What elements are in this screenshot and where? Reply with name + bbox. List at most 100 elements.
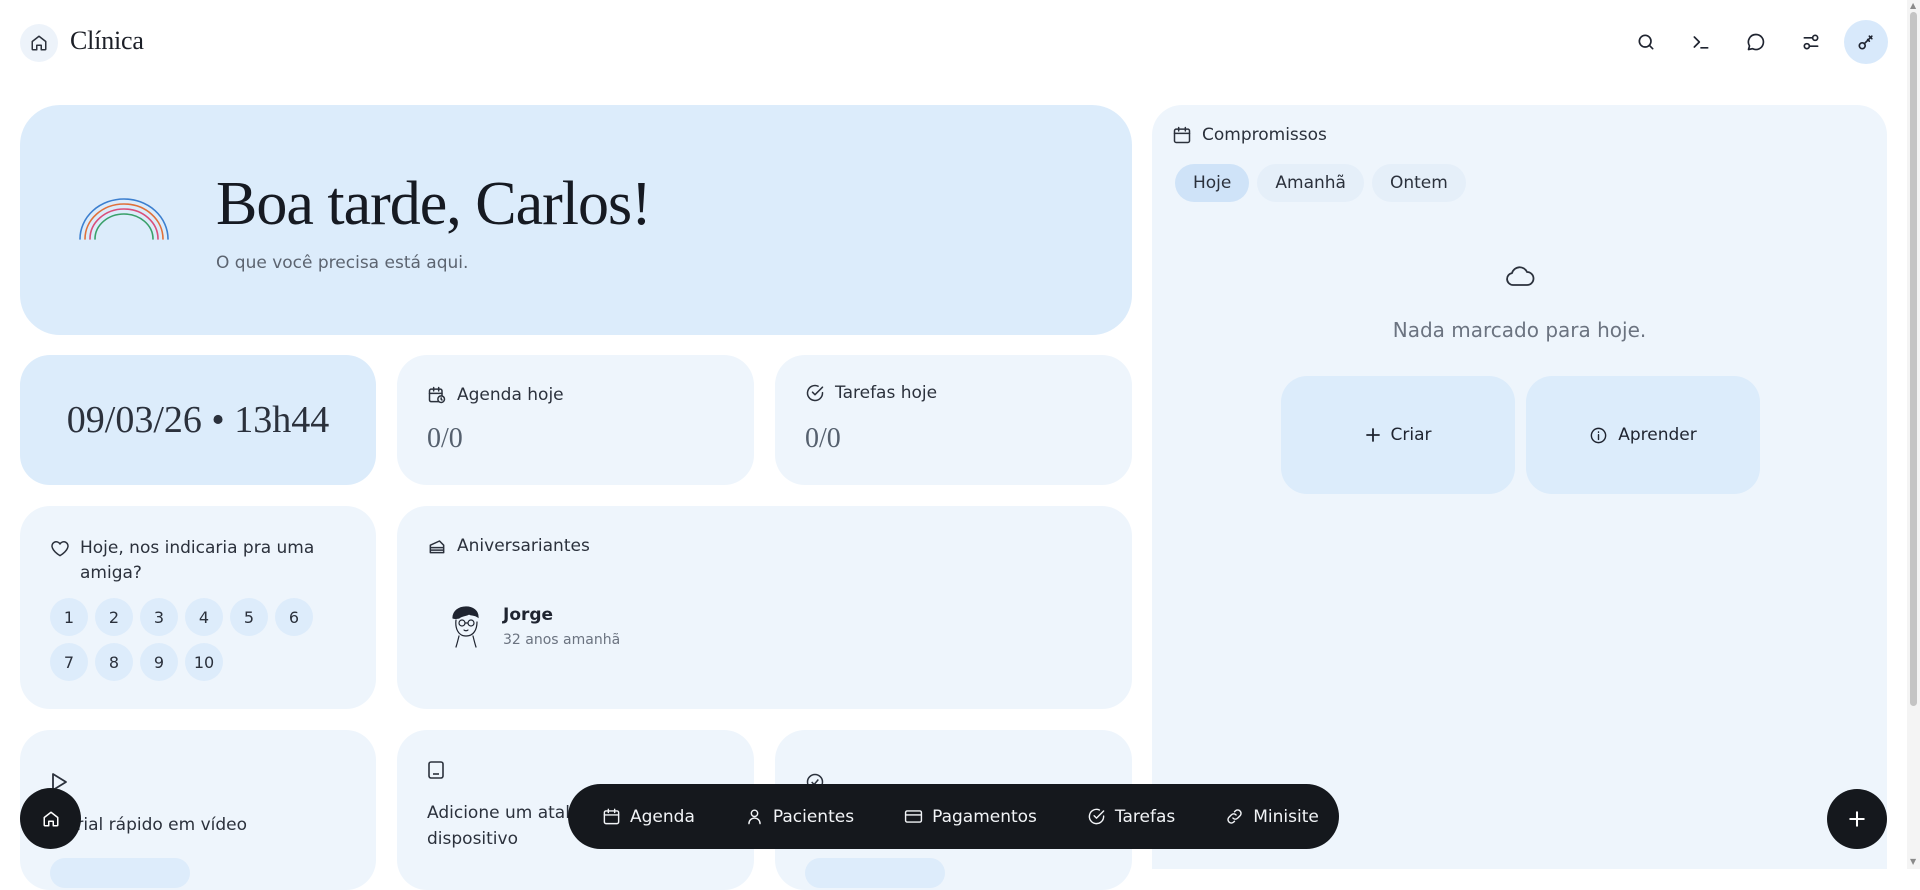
- calendar-clock-icon: [428, 386, 446, 404]
- create-appointment-button[interactable]: Criar: [1281, 376, 1515, 494]
- cloud-icon: [1506, 266, 1535, 286]
- top-actions: [1624, 20, 1888, 64]
- create-label: Criar: [1390, 425, 1432, 445]
- floating-home-button[interactable]: [20, 788, 81, 849]
- search-icon: [1638, 34, 1654, 50]
- access-key-button[interactable]: [1844, 20, 1888, 64]
- plus-icon: [1365, 428, 1380, 442]
- greeting-subtitle: O que você precisa está aqui.: [216, 253, 469, 273]
- home-button[interactable]: [20, 24, 58, 62]
- nps-option-4[interactable]: 4: [185, 598, 223, 636]
- appointments-header: Compromissos: [1172, 125, 1327, 145]
- datetime-card: 09/03/26 • 13h44: [20, 355, 376, 485]
- agenda-today-header: Agenda hoje: [427, 385, 564, 405]
- nps-question: Hoje, nos indicaria pra uma amiga?: [50, 536, 340, 586]
- link-icon: [1227, 809, 1242, 824]
- credit-card-icon: [904, 810, 923, 823]
- dock-item-label: Pagamentos: [932, 806, 1037, 827]
- info-icon: [1590, 427, 1607, 443]
- tab-today[interactable]: Hoje: [1175, 164, 1250, 202]
- nps-options: 1 2 3 4 5 6 7 8 9 10: [50, 598, 313, 681]
- nps-option-9[interactable]: 9: [140, 643, 178, 681]
- agenda-today-card[interactable]: Agenda hoje 0/0: [397, 355, 754, 485]
- check-circle-icon: [806, 384, 824, 402]
- nps-option-3[interactable]: 3: [140, 598, 178, 636]
- video-tutorial-button[interactable]: [50, 858, 190, 888]
- datetime-text: 09/03/26 • 13h44: [66, 399, 330, 441]
- dock-item-label: Tarefas: [1114, 806, 1176, 827]
- page-scrollbar[interactable]: ▲ ▼: [1907, 0, 1920, 869]
- key-icon: [1858, 35, 1873, 50]
- settings-sliders-icon: [1803, 34, 1819, 50]
- appointments-title: Compromissos: [1202, 125, 1327, 145]
- calendar-icon: [603, 808, 620, 825]
- birthday-person-info: Jorge 32 anos amanhã: [503, 605, 620, 648]
- check-circle-icon: [1088, 808, 1105, 825]
- chat-button[interactable]: [1734, 20, 1778, 64]
- nps-option-6[interactable]: 6: [275, 598, 313, 636]
- cake-icon: [429, 540, 445, 554]
- nps-option-2[interactable]: 2: [95, 598, 133, 636]
- agenda-today-value: 0/0: [427, 423, 463, 454]
- video-tutorial-label: orial rápido em vídeo: [66, 815, 248, 835]
- shortcut-label-line2: dispositivo: [427, 829, 518, 849]
- greeting-title: Boa tarde, Carlos!: [216, 170, 652, 238]
- partial-card-button[interactable]: [805, 858, 945, 888]
- birthdays-header: Aniversariantes: [427, 536, 590, 556]
- appointments-tabs: Hoje Amanhã Ontem: [1175, 164, 1466, 202]
- shortcut-label-line1: Adicione um atalh: [427, 803, 581, 823]
- tab-yesterday[interactable]: Ontem: [1371, 164, 1466, 202]
- device-icon: [428, 761, 444, 779]
- shortcut-label: Adicione um atalh dispositivo: [427, 800, 581, 852]
- settings-button[interactable]: [1789, 20, 1833, 64]
- dock-item-agenda[interactable]: Agenda: [602, 807, 695, 827]
- dock-item-tarefas[interactable]: Tarefas: [1087, 807, 1175, 827]
- nps-card: Hoje, nos indicaria pra uma amiga? 1 2 3…: [20, 506, 376, 709]
- rainbow-icon: [79, 198, 169, 240]
- dock-item-label: Minisite: [1253, 806, 1319, 827]
- top-bar: Clínica: [0, 0, 1920, 86]
- scroll-up-arrow[interactable]: ▲: [1910, 1, 1916, 10]
- tasks-today-label: Tarefas hoje: [835, 383, 938, 403]
- bottom-dock: Agenda Pacientes Pagamentos Tarefas Mini…: [568, 784, 1339, 849]
- nps-option-10[interactable]: 10: [185, 643, 223, 681]
- birthdays-card: Aniversariantes Jorge 32 anos amanhã: [397, 506, 1132, 709]
- nps-option-1[interactable]: 1: [50, 598, 88, 636]
- scrollbar-thumb[interactable]: [1910, 12, 1917, 706]
- nps-option-8[interactable]: 8: [95, 643, 133, 681]
- heart-icon: [51, 541, 69, 557]
- learn-label: Aprender: [1618, 425, 1697, 445]
- birthday-person-detail: 32 anos amanhã: [503, 631, 621, 648]
- tasks-today-value: 0/0: [805, 423, 841, 454]
- home-icon: [31, 35, 47, 51]
- chat-icon: [1747, 33, 1765, 51]
- app-brand: Clínica: [70, 26, 144, 55]
- tab-tomorrow[interactable]: Amanhã: [1257, 164, 1364, 202]
- nps-option-7[interactable]: 7: [50, 643, 88, 681]
- scroll-down-arrow[interactable]: ▼: [1910, 857, 1916, 866]
- dock-item-pacientes[interactable]: Pacientes: [745, 807, 854, 827]
- dock-item-label: Pacientes: [772, 806, 855, 827]
- tasks-today-header: Tarefas hoje: [805, 383, 937, 403]
- home-icon: [43, 811, 58, 826]
- add-button[interactable]: [1827, 789, 1887, 849]
- birthday-person[interactable]: Jorge 32 anos amanhã: [449, 604, 620, 648]
- terminal-button[interactable]: [1679, 20, 1723, 64]
- dock-item-minisite[interactable]: Minisite: [1225, 807, 1319, 827]
- search-button[interactable]: [1624, 20, 1668, 64]
- agenda-today-label: Agenda hoje: [457, 385, 564, 405]
- terminal-icon: [1693, 36, 1709, 49]
- appointments-panel: Compromissos Hoje Amanhã Ontem Nada marc…: [1152, 105, 1887, 869]
- plus-icon: [1849, 811, 1865, 827]
- greeting-hero: Boa tarde, Carlos! O que você precisa es…: [20, 105, 1132, 335]
- birthday-person-name: Jorge: [503, 604, 554, 625]
- learn-button[interactable]: Aprender: [1526, 376, 1760, 494]
- user-icon: [748, 809, 761, 825]
- dock-item-pagamentos[interactable]: Pagamentos: [904, 807, 1037, 827]
- birthdays-title: Aniversariantes: [457, 536, 590, 556]
- dock-item-label: Agenda: [630, 806, 695, 827]
- nps-question-text: Hoje, nos indicaria pra uma amiga?: [80, 538, 315, 583]
- nps-option-5[interactable]: 5: [230, 598, 268, 636]
- appointments-empty-message: Nada marcado para hoje.: [1392, 318, 1647, 342]
- tasks-today-card[interactable]: Tarefas hoje 0/0: [775, 355, 1132, 485]
